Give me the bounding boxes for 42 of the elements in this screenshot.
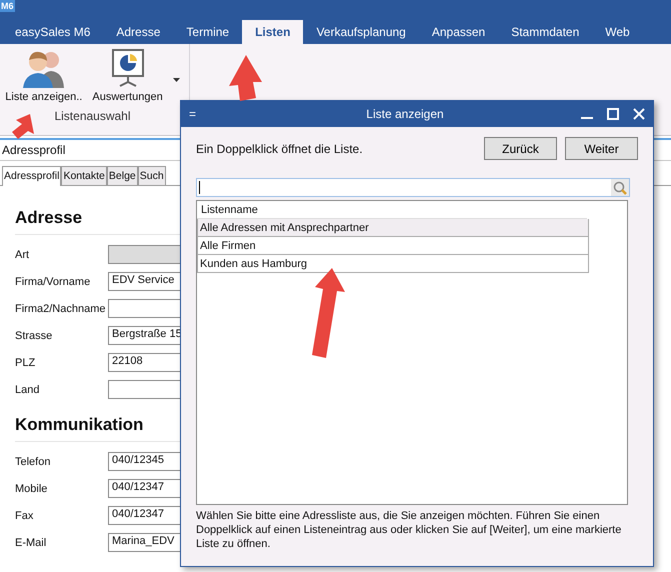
caret-icon[interactable]	[172, 78, 180, 82]
ribbon-tab[interactable]: easySales M6	[2, 20, 104, 44]
ribbon-button[interactable]: Auswertungen	[92, 48, 180, 103]
panel-tab[interactable]: Kontakte	[61, 166, 107, 185]
annotation-arrow	[229, 55, 262, 101]
app-logo: M6	[0, 0, 15, 12]
menu-glyph[interactable]: =	[189, 107, 229, 121]
search-icon[interactable]	[613, 180, 627, 194]
close-icon[interactable]	[633, 108, 645, 120]
list-row[interactable]: Alle Adressen mit Ansprechpartner	[197, 219, 589, 237]
dialog-title: Liste anzeigen	[365, 107, 445, 121]
list-row[interactable]: Kunden aus Hamburg	[197, 255, 589, 273]
panel-tab[interactable]: Belge	[106, 166, 138, 185]
field-label: Firma/Vorname	[15, 276, 92, 288]
ribbon-tab[interactable]: Verkaufsplanung	[303, 20, 419, 44]
ribbon-button[interactable]: Liste anzeigen..	[5, 48, 82, 103]
field-label: Mobile	[15, 482, 48, 494]
field-label: Firma2/Nachname	[15, 302, 106, 314]
search-field[interactable]	[196, 178, 630, 197]
list-row[interactable]: Alle Firmen	[197, 237, 589, 255]
ribbon-tab[interactable]: Web	[592, 20, 643, 44]
dialog-button[interactable]: Zurück	[484, 137, 557, 160]
field-label: PLZ	[15, 356, 36, 368]
ribbon-tab[interactable]: Listen	[242, 20, 304, 44]
field-label: Art	[15, 248, 30, 260]
annotation-arrow	[12, 114, 34, 139]
panel-tab[interactable]: Such	[138, 166, 166, 185]
ribbon-tab[interactable]: Adresse	[103, 20, 174, 44]
ribbon-tab[interactable]: Anpassen	[418, 20, 498, 44]
ribbon-tab[interactable]: Termine	[173, 20, 242, 44]
field-label: E-Mail	[15, 536, 48, 548]
dialog-button[interactable]: Weiter	[565, 137, 638, 160]
field-label: Fax	[15, 510, 34, 522]
field-label: Strasse	[15, 330, 54, 342]
ribbon-tab[interactable]: Stammdaten	[498, 20, 592, 44]
field-label: Telefon	[15, 456, 52, 468]
instruction-text: Wählen Sie bitte eine Adressliste aus, die Sie anzeigen möchten. Führen Sie einen Doppelklick auf einen Listeneintrag aus oder klicken Sie auf [Weiter], um eine markierte Liste zu öffnen.	[196, 509, 622, 551]
maximize-icon[interactable]	[607, 108, 619, 120]
panel-tab[interactable]: Adressprofil	[2, 166, 62, 186]
field-label: Land	[15, 384, 40, 396]
hint-text: Ein Doppelklick öffnet die Liste.	[196, 142, 363, 156]
group-label: Listenauswahl	[54, 109, 131, 123]
